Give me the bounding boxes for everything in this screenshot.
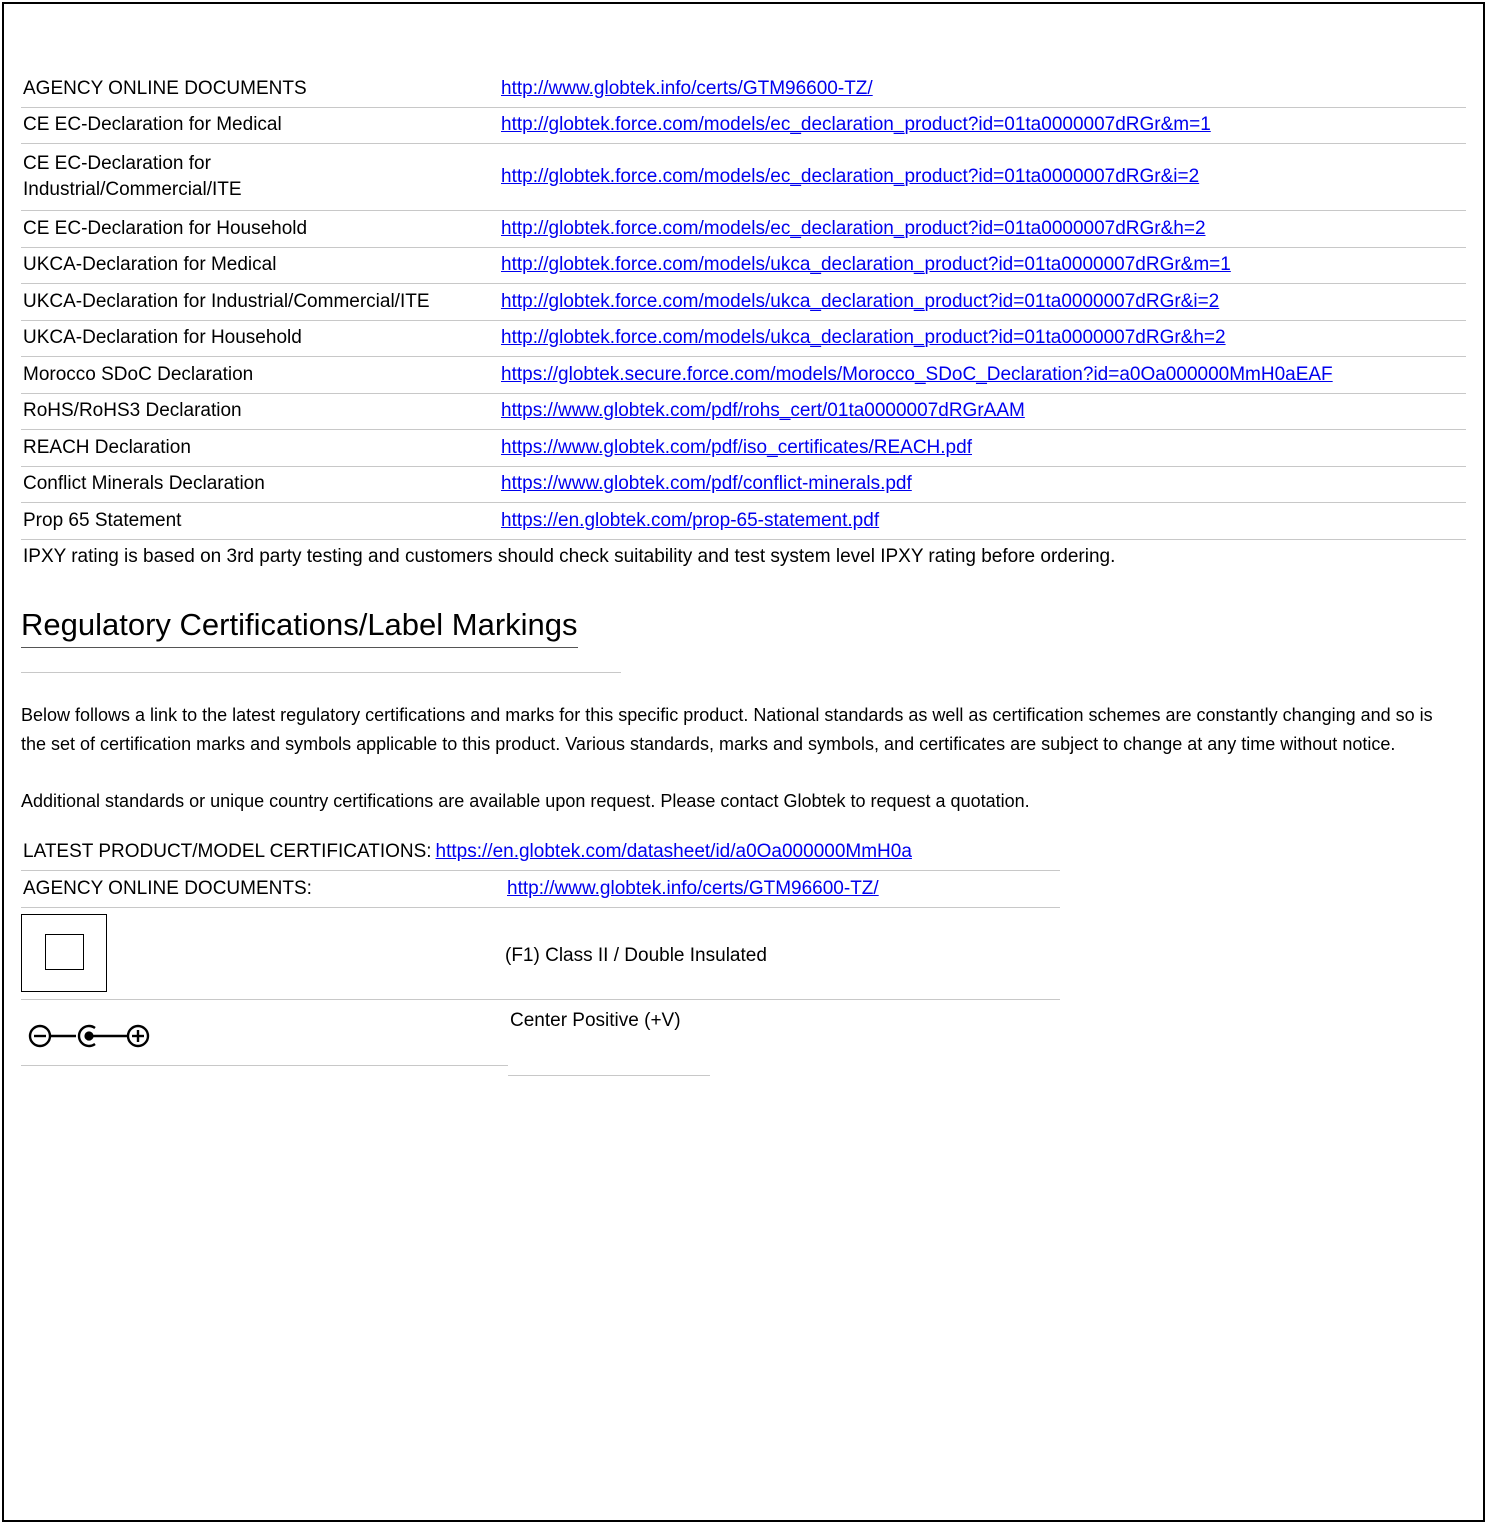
table-row: CE EC-Declaration for Household http://g… [21, 211, 1466, 248]
regulatory-paragraph-2: Additional standards or unique country c… [21, 790, 1030, 811]
class-ii-double-insulated-icon [21, 914, 107, 992]
document-label: RoHS/RoHS3 Declaration [23, 400, 242, 422]
table-row: RoHS/RoHS3 Declaration https://www.globt… [21, 394, 1466, 430]
document-label: Morocco SDoC Declaration [23, 363, 254, 385]
document-link[interactable]: http://globtek.force.com/models/ukca_dec… [501, 291, 1219, 312]
table-row: CE EC-Declaration for Medical http://glo… [21, 108, 1466, 144]
table-row: Conflict Minerals Declaration https://ww… [21, 467, 1466, 503]
table-row: REACH Declaration https://www.globtek.co… [21, 430, 1466, 467]
table-row: AGENCY ONLINE DOCUMENTS: http://www.glob… [21, 871, 1060, 908]
table-row: UKCA-Declaration for Medical http://glob… [21, 248, 1466, 284]
document-link[interactable]: http://globtek.force.com/models/ec_decla… [501, 166, 1199, 187]
table-row: Morocco SDoC Declaration https://globtek… [21, 357, 1466, 394]
section-title: Regulatory Certifications/Label Markings [21, 607, 578, 648]
table-row: UKCA-Declaration for Industrial/Commerci… [21, 284, 1466, 321]
document-content: AGENCY ONLINE DOCUMENTS http://www.globt… [21, 71, 1466, 1080]
document-link[interactable]: http://globtek.force.com/models/ukca_dec… [501, 254, 1231, 275]
document-label: CE EC-Declaration for Medical [23, 114, 282, 136]
document-link[interactable]: http://www.globtek.info/certs/GTM96600-T… [501, 78, 873, 99]
table-row: UKCA-Declaration for Household http://gl… [21, 321, 1466, 357]
document-link[interactable]: http://globtek.force.com/models/ec_decla… [501, 114, 1211, 135]
regulatory-paragraph-1: Below follows a link to the latest regul… [21, 704, 1433, 754]
agency-documents-label: AGENCY ONLINE DOCUMENTS: [23, 877, 312, 899]
document-link[interactable]: https://en.globtek.com/prop-65-statement… [501, 510, 879, 531]
mark-row-class-ii: (F1) Class II / Double Insulated [21, 914, 1060, 1000]
document-label: UKCA-Declaration for Industrial/Commerci… [23, 290, 430, 312]
table-row: Prop 65 Statement https://en.globtek.com… [21, 503, 1466, 540]
document-label: CE EC-Declaration for Household [23, 217, 308, 239]
table-row: LATEST PRODUCT/MODEL CERTIFICATIONS: htt… [21, 835, 1060, 871]
document-link[interactable]: https://globtek.secure.force.com/models/… [501, 364, 1333, 385]
document-link[interactable]: https://www.globtek.com/pdf/rohs_cert/01… [501, 400, 1025, 421]
ipxy-note: IPXY rating is based on 3rd party testin… [23, 545, 1116, 567]
mark-description: (F1) Class II / Double Insulated [505, 945, 767, 966]
section-divider [21, 671, 621, 673]
agency-documents-link[interactable]: http://www.globtek.info/certs/GTM96600-T… [507, 876, 879, 902]
document-link[interactable]: http://globtek.force.com/models/ukca_dec… [501, 327, 1226, 348]
document-label: CE EC-Declaration for Industrial/Commerc… [23, 153, 242, 200]
document-label: AGENCY ONLINE DOCUMENTS [23, 77, 307, 99]
document-label: Conflict Minerals Declaration [23, 473, 265, 495]
document-link[interactable]: https://www.globtek.com/pdf/iso_certific… [501, 437, 972, 458]
document-link[interactable]: http://globtek.force.com/models/ec_decla… [501, 218, 1206, 239]
latest-certifications-link[interactable]: https://en.globtek.com/datasheet/id/a0Oa… [436, 839, 912, 865]
mark-row-polarity: Center Positive (+V) [21, 1000, 721, 1080]
table-row: CE EC-Declaration for Industrial/Commerc… [21, 144, 1466, 211]
table-row: AGENCY ONLINE DOCUMENTS http://www.globt… [21, 71, 1466, 108]
certifications-table: LATEST PRODUCT/MODEL CERTIFICATIONS: htt… [21, 835, 1060, 908]
latest-certifications-label: LATEST PRODUCT/MODEL CERTIFICATIONS: [23, 841, 432, 862]
document-label: REACH Declaration [23, 436, 191, 458]
center-positive-polarity-icon [28, 1024, 150, 1047]
document-link[interactable]: https://www.globtek.com/pdf/conflict-min… [501, 473, 912, 494]
document-label: UKCA-Declaration for Household [23, 327, 302, 349]
documents-table: AGENCY ONLINE DOCUMENTS http://www.globt… [21, 71, 1466, 540]
document-label: Prop 65 Statement [23, 509, 182, 531]
document-label: UKCA-Declaration for Medical [23, 254, 277, 276]
mark-description: Center Positive (+V) [510, 1009, 681, 1031]
